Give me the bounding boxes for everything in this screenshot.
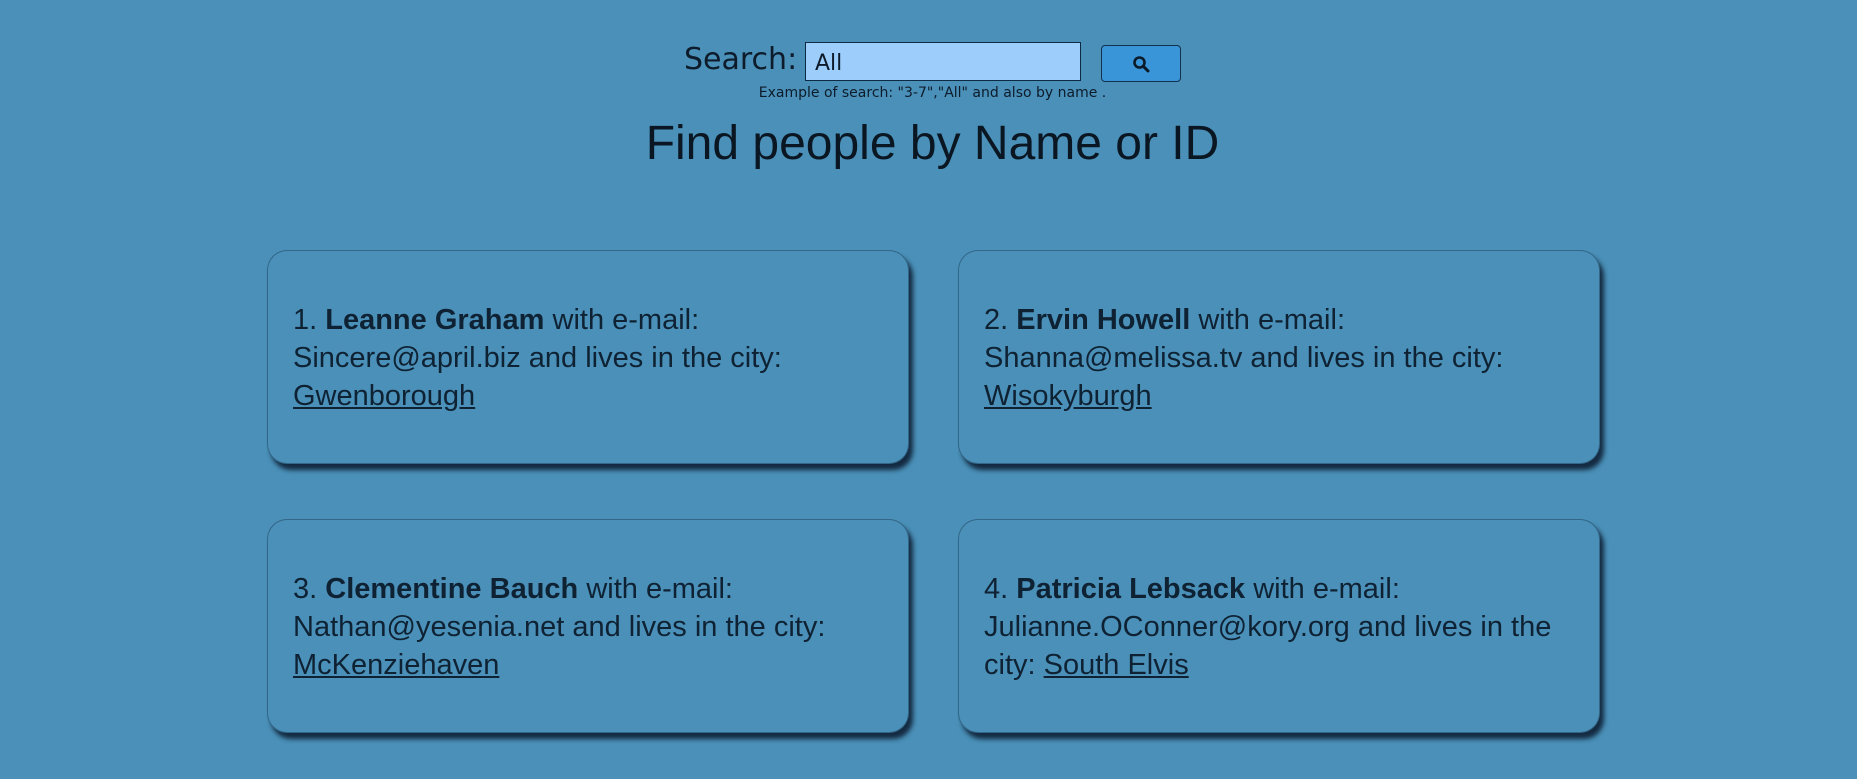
person-card: 3. Clementine Bauch with e-mail: Nathan@… [267,519,909,733]
person-name: Patricia Lebsack [1016,573,1246,605]
person-number: 3. [293,573,318,605]
city-prefix: and lives in the city: [572,611,826,643]
person-city-link[interactable]: South Elvis [1044,649,1189,681]
email-prefix: with e-mail: [1198,304,1346,336]
email-prefix: with e-mail: [552,304,700,336]
search-label: Search: [684,42,798,77]
email-prefix: with e-mail: [1253,573,1400,605]
search-icon [1133,55,1150,72]
person-city-link[interactable]: McKenziehaven [293,649,499,681]
person-number: 2. [984,304,1009,336]
person-email: Sincere@april.biz [293,342,521,374]
person-email: Julianne.OConner@kory.org [984,611,1350,643]
person-city-link[interactable]: Gwenborough [293,380,475,412]
email-prefix: with e-mail: [586,573,733,605]
person-city-link[interactable]: Wisokyburgh [984,380,1152,412]
search-input[interactable] [805,42,1081,81]
search-button[interactable] [1101,45,1181,82]
person-card: 1. Leanne Graham with e-mail: Sincere@ap… [267,250,909,464]
search-hint: Example of search: "3-7","All" and also … [758,85,1107,101]
city-prefix: and lives in the city: [528,342,782,374]
search-bar: Search: [0,41,1857,85]
person-email: Shanna@melissa.tv [984,342,1243,374]
person-number: 1. [293,304,318,336]
person-card: 2. Ervin Howell with e-mail: Shanna@meli… [958,250,1600,464]
person-name: Clementine Bauch [325,573,579,605]
person-name: Ervin Howell [1016,304,1191,336]
person-email: Nathan@yesenia.net [293,611,565,643]
person-name: Leanne Graham [325,304,545,336]
page-title: Find people by Name or ID [645,117,1220,170]
city-prefix: and lives in the city: [1250,342,1504,374]
person-card: 4. Patricia Lebsack with e-mail: Juliann… [958,519,1600,733]
person-number: 4. [984,573,1009,605]
